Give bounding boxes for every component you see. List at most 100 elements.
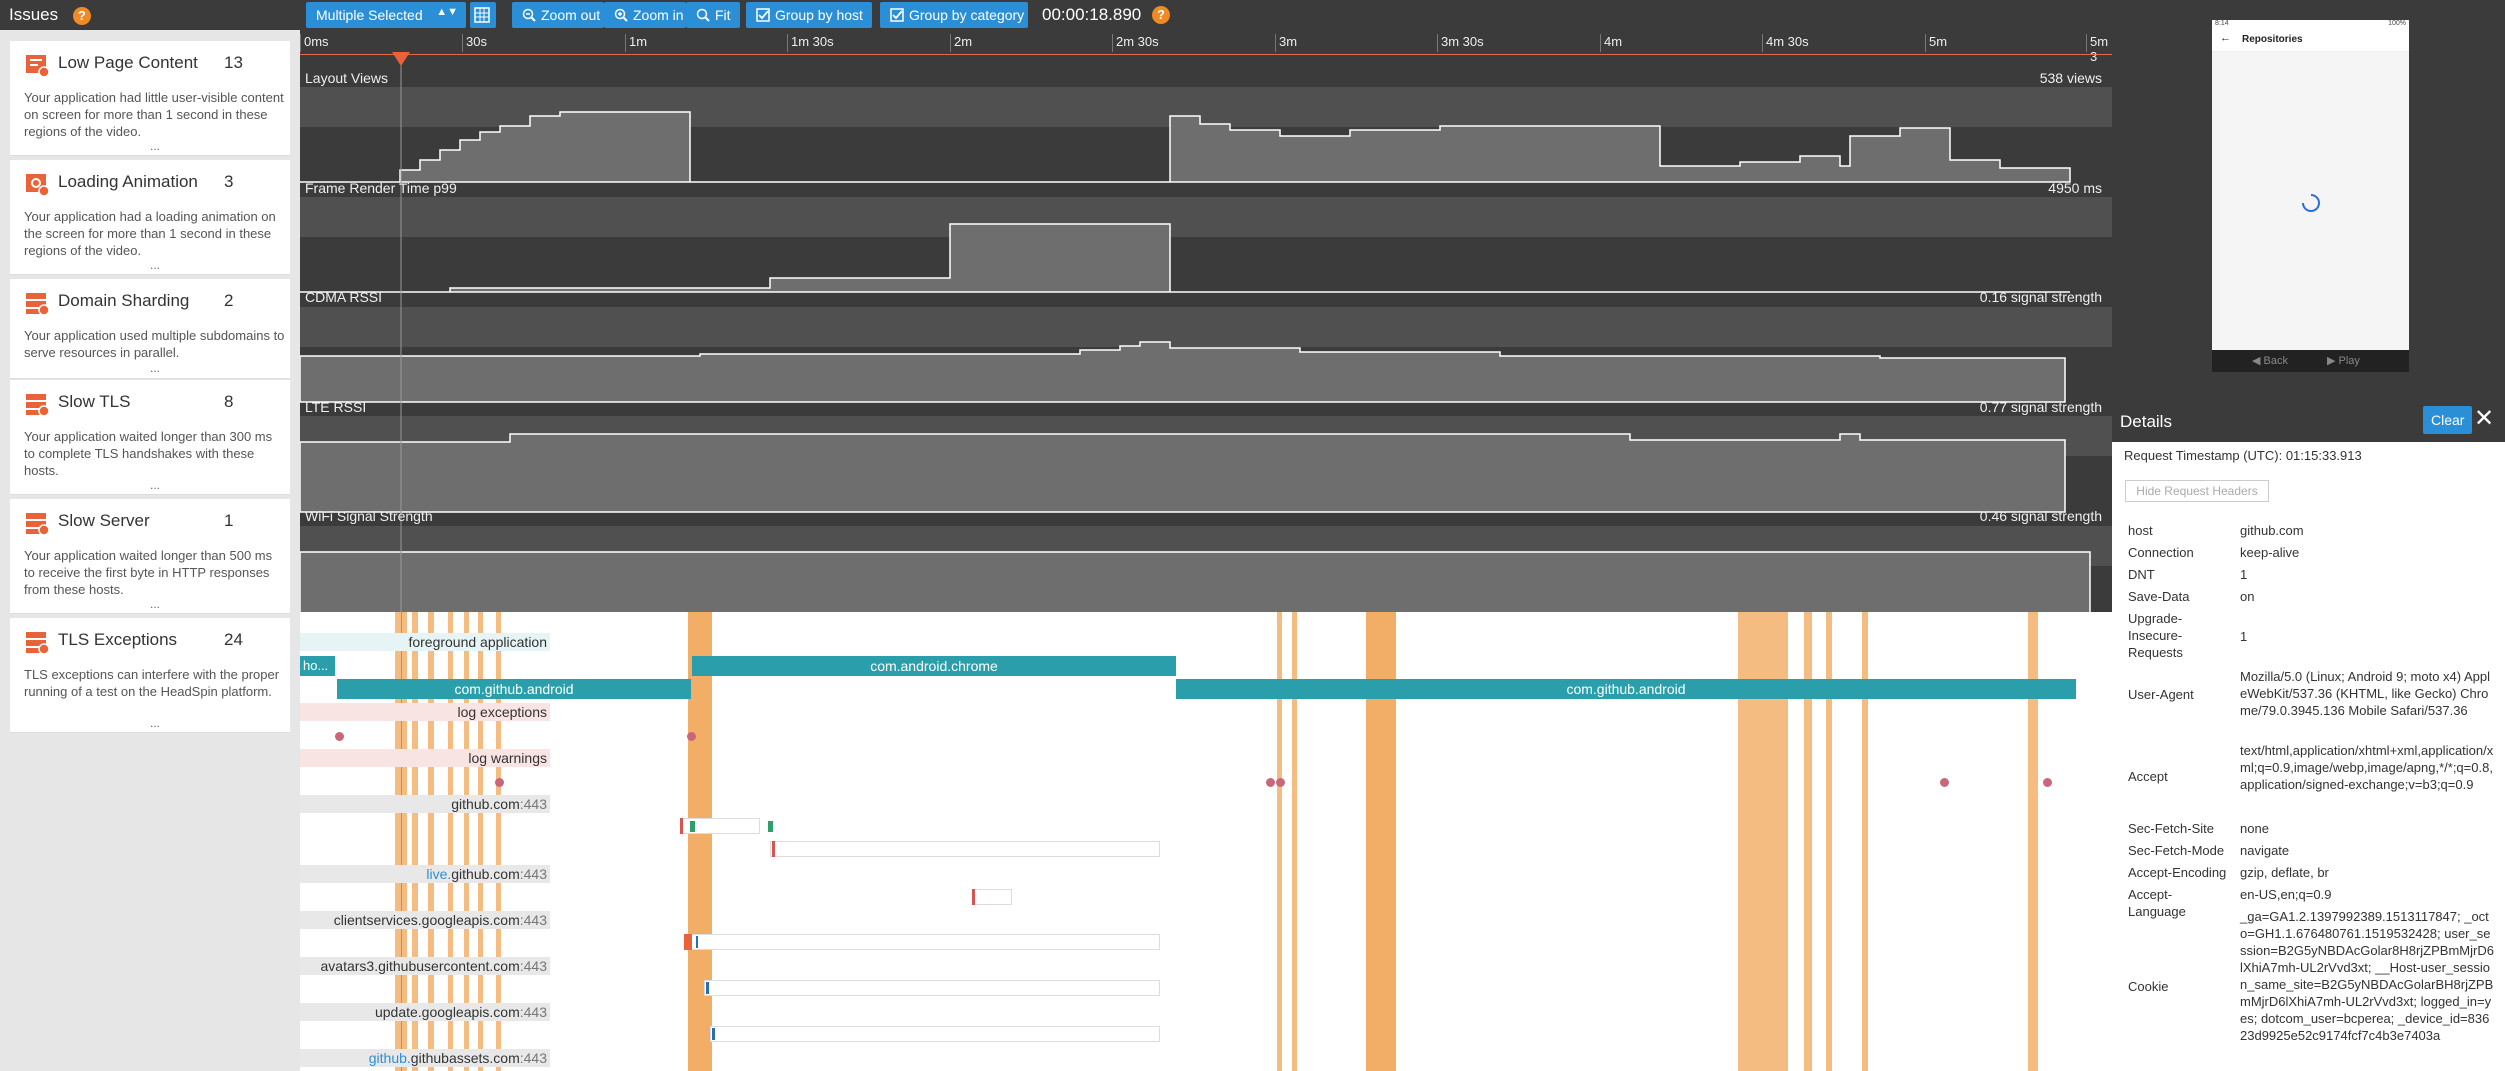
toolbar: Multiple Selected ▲▼ Zoom out Zoom in Fi…: [300, 0, 2112, 32]
more-indicator[interactable]: ...: [150, 139, 160, 153]
nav-bar: ◀ Back ▶ Play: [2212, 350, 2409, 372]
play-button[interactable]: ▶ Play: [2327, 354, 2360, 367]
issue-card-slow-tls[interactable]: Slow TLS 8 Your application waited longe…: [10, 380, 290, 495]
header-value: gzip, deflate, br: [2240, 865, 2329, 880]
log-warning-dot[interactable]: [1940, 778, 1949, 787]
host-name: githubassets.com: [410, 1050, 520, 1066]
request-bar[interactable]: [972, 889, 1012, 905]
time-tick: 5m: [1925, 34, 1947, 52]
issues-title: Issues: [9, 5, 59, 24]
help-icon[interactable]: ?: [72, 6, 91, 25]
status-bar: 8:14 100%: [2212, 20, 2409, 28]
log-warning-dot[interactable]: [1266, 778, 1275, 787]
selection-dropdown[interactable]: Multiple Selected ▲▼: [306, 2, 466, 28]
host-port: :443: [519, 796, 547, 812]
timeline[interactable]: 0ms 30s 1m 1m 30s 2m 2m 30s 3m 3m 30s 4m…: [300, 32, 2112, 612]
zoom-out-button[interactable]: Zoom out: [512, 2, 604, 28]
issue-region[interactable]: [688, 612, 712, 1071]
zoom-in-button[interactable]: Zoom in: [604, 2, 686, 28]
more-indicator[interactable]: ...: [150, 258, 160, 272]
time-tick: 2m: [950, 34, 972, 52]
time-tick: 3m 30s: [1437, 34, 1484, 52]
header-key: Save-Data: [2128, 589, 2190, 604]
host-name: github.com: [451, 866, 520, 882]
host-label[interactable]: avatars3.githubusercontent.com:443: [300, 957, 550, 975]
more-indicator[interactable]: ...: [150, 361, 160, 375]
request-bar[interactable]: [704, 980, 1160, 996]
low-content-icon: [26, 55, 50, 77]
app-segment-github[interactable]: com.github.android: [1176, 679, 2076, 699]
details-title: Details: [2120, 412, 2172, 431]
request-marker: [690, 821, 695, 832]
grid-toggle-button[interactable]: [470, 2, 496, 28]
header-key: Accept-Language: [2128, 887, 2186, 919]
track-label: Frame Render Time p99: [305, 180, 457, 196]
header-key: Upgrade-Insecure-Requests: [2128, 611, 2183, 660]
zoom-in-label: Zoom in: [633, 7, 684, 23]
details-body: Request Timestamp (UTC): 01:15:33.913 Hi…: [2112, 442, 2505, 1071]
time-tick: 30s: [462, 34, 487, 52]
app-segment-chrome[interactable]: com.android.chrome: [692, 656, 1176, 676]
log-warning-dot[interactable]: [495, 778, 504, 787]
time-tick: 3m: [1275, 34, 1297, 52]
fit-button[interactable]: Fit: [686, 2, 740, 28]
timestamp-label: Request Timestamp (UTC):: [2124, 448, 2283, 463]
more-indicator[interactable]: ...: [150, 597, 160, 611]
host-label[interactable]: github.com:443: [300, 795, 550, 813]
header-key: DNT: [2128, 567, 2155, 582]
request-bar[interactable]: [770, 841, 1160, 857]
clear-button[interactable]: Clear: [2423, 406, 2473, 434]
host-label[interactable]: github.githubassets.com:443: [300, 1049, 550, 1067]
header-value: text/html,application/xhtml+xml,applicat…: [2240, 743, 2494, 792]
issue-title: Loading Animation: [58, 172, 198, 191]
details-header: Details Clear ✕: [2112, 400, 2505, 442]
help-icon[interactable]: ?: [1152, 6, 1170, 24]
request-marker: [712, 1028, 715, 1040]
log-warning-dot[interactable]: [1276, 778, 1285, 787]
back-button[interactable]: ◀ Back: [2252, 354, 2288, 367]
issue-count: 2: [224, 291, 234, 310]
issue-card-tls-exceptions[interactable]: TLS Exceptions 24 TLS exceptions can int…: [10, 618, 290, 733]
header-value: 1: [2240, 629, 2248, 644]
request-bar[interactable]: [710, 1026, 1160, 1042]
foreground-label: foreground application: [300, 633, 550, 651]
group-by-category-button[interactable]: Group by category: [880, 2, 1028, 28]
app-segment[interactable]: ho...: [300, 656, 335, 676]
log-warning-dot[interactable]: [2043, 778, 2052, 787]
more-indicator[interactable]: ...: [150, 478, 160, 492]
zoom-in-icon: [614, 8, 628, 22]
request-bar[interactable]: [684, 934, 1160, 950]
more-indicator[interactable]: ...: [150, 716, 160, 730]
back-arrow-icon[interactable]: ←: [2220, 32, 2231, 44]
issue-card-domain-sharding[interactable]: Domain Sharding 2 Your application used …: [10, 279, 290, 379]
time-tick: 4m 30s: [1762, 34, 1809, 52]
request-marker: [768, 821, 773, 832]
host-port: :443: [519, 866, 547, 882]
log-exception-dot[interactable]: [687, 732, 696, 741]
log-exception-dot[interactable]: [335, 732, 344, 741]
issue-card-slow-server[interactable]: Slow Server 1 Your application waited lo…: [10, 499, 290, 614]
host-label[interactable]: clientservices.googleapis.com:443: [300, 911, 550, 929]
network-waterfall[interactable]: foreground application ho... com.android…: [300, 612, 2112, 1071]
issue-description: Your application had little user-visible…: [24, 90, 284, 139]
issue-card-low-page-content[interactable]: Low Page Content 13 Your application had…: [10, 41, 290, 156]
group-by-host-button[interactable]: Group by host: [746, 2, 872, 28]
host-port: :443: [519, 958, 547, 974]
playhead-marker[interactable]: [392, 52, 410, 66]
close-icon[interactable]: ✕: [2474, 404, 2494, 433]
progress-line: [300, 54, 2112, 55]
header-value: github.com: [2240, 523, 2304, 538]
host-label[interactable]: live.github.com:443: [300, 865, 550, 883]
issue-description: Your application used multiple subdomain…: [24, 328, 285, 360]
header-value: Mozilla/5.0 (Linux; Android 9; moto x4) …: [2240, 669, 2491, 718]
host-label[interactable]: update.googleapis.com:443: [300, 1003, 550, 1021]
device-screen[interactable]: 8:14 100% ← Repositories ◀ Back ▶ Play: [2212, 20, 2409, 372]
header-value: en-US,en;q=0.9: [2240, 887, 2332, 902]
issue-card-loading-animation[interactable]: Loading Animation 3 Your application had…: [10, 160, 290, 275]
track-label: WiFi Signal Strength: [305, 508, 433, 524]
track-label: CDMA RSSI: [305, 289, 383, 305]
zoom-out-icon: [522, 8, 536, 22]
app-segment-github[interactable]: com.github.android: [337, 679, 691, 699]
back-label: Back: [2263, 355, 2288, 367]
hide-headers-button[interactable]: Hide Request Headers: [2125, 480, 2269, 502]
